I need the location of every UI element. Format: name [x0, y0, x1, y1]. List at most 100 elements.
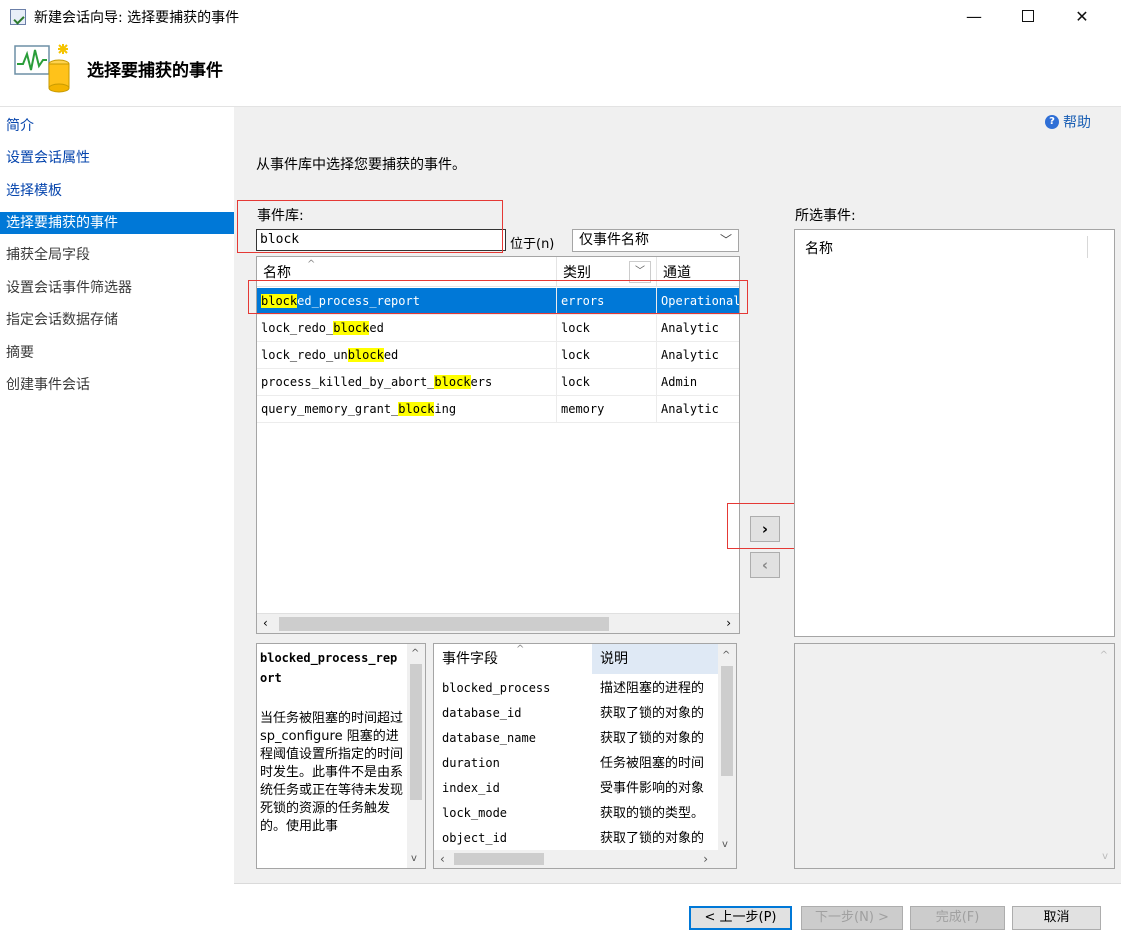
event-category: lock — [557, 342, 657, 368]
scrollbar-thumb[interactable] — [454, 853, 544, 865]
maximize-icon — [1022, 10, 1034, 22]
scroll-right-icon[interactable]: › — [726, 616, 731, 630]
table-row[interactable]: duration 任务被阻塞的时间 — [434, 751, 720, 776]
table-row[interactable]: database_id 获取了锁的对象的 — [434, 701, 720, 726]
horizontal-scrollbar[interactable]: ‹ › — [257, 613, 739, 633]
chevron-down-icon: ﹀ — [719, 233, 732, 247]
field-name: blocked_process — [442, 681, 551, 695]
next-button[interactable]: 下一步(N) > — [801, 906, 903, 930]
window-title: 新建会话向导: 选择要捕获的事件 — [34, 10, 240, 26]
help-label: 帮助 — [1063, 115, 1091, 131]
nav-item-choose-template[interactable]: 选择模板 — [0, 180, 234, 202]
search-scope-select[interactable]: 仅事件名称 ﹀ — [572, 229, 739, 252]
column-header-description[interactable]: 说明 — [592, 644, 720, 674]
event-channel: Analytic — [661, 402, 719, 416]
nav-item-summary[interactable]: 摘要 — [0, 342, 234, 364]
scroll-right-icon[interactable]: › — [703, 852, 708, 866]
table-row[interactable]: object_id 获取了锁的对象的 — [434, 826, 720, 851]
sort-ascending-icon: ^ — [307, 259, 316, 270]
scrollbar-thumb[interactable] — [410, 664, 422, 800]
scroll-down-icon: v — [1102, 851, 1108, 862]
cancel-button[interactable]: 取消 — [1012, 906, 1101, 930]
wizard-nav: 简介 设置会话属性 选择模板 选择要捕获的事件 捕获全局字段 设置会话事件筛选器… — [0, 107, 234, 938]
selected-column-header[interactable]: 名称 — [805, 238, 833, 258]
nav-item-select-events[interactable]: 选择要捕获的事件 — [0, 212, 234, 234]
sort-ascending-icon: ^ — [516, 644, 525, 655]
nav-item-intro[interactable]: 简介 — [0, 115, 234, 137]
event-name: lock_redo_blocked — [257, 315, 557, 341]
nav-item-session-properties[interactable]: 设置会话属性 — [0, 147, 234, 169]
field-name: database_name — [442, 731, 536, 745]
nav-item-global-fields[interactable]: 捕获全局字段 — [0, 244, 234, 266]
scroll-down-icon[interactable]: v — [411, 853, 417, 864]
app-icon — [10, 9, 26, 25]
selected-events-list[interactable]: 名称 — [794, 229, 1115, 637]
event-description-text: 当任务被阻塞的时间超过 sp_configure 阻塞的进程阈值设置所指定的时间… — [260, 711, 404, 834]
extended-events-icon — [14, 44, 70, 93]
help-link[interactable]: ? 帮助 — [1045, 112, 1091, 132]
page-title: 选择要捕获的事件 — [87, 61, 223, 81]
table-row[interactable]: lock_redo_unblocked lock Analytic — [257, 342, 739, 369]
nav-item-event-filters[interactable]: 设置会话事件筛选器 — [0, 277, 234, 299]
table-row[interactable]: lock_mode 获取的锁的类型。 — [434, 801, 720, 826]
field-description: 描述阻塞的进程的 — [600, 681, 705, 696]
field-name: lock_mode — [442, 806, 508, 820]
field-name: index_id — [442, 781, 500, 795]
event-channel: Analytic — [661, 321, 719, 335]
field-name: database_id — [442, 706, 522, 720]
table-row[interactable]: process_killed_by_abort_blockers lock Ad… — [257, 369, 739, 396]
nav-item-data-storage[interactable]: 指定会话数据存储 — [0, 309, 234, 331]
nav-item-create-session[interactable]: 创建事件会话 — [0, 374, 234, 396]
scroll-up-icon[interactable]: ^ — [411, 648, 419, 659]
close-icon: ✕ — [1075, 6, 1089, 26]
field-name: object_id — [442, 831, 508, 845]
maximize-button[interactable] — [1006, 0, 1050, 32]
annotation-box — [248, 280, 748, 314]
table-row[interactable]: index_id 受事件影响的对象 — [434, 776, 720, 801]
annotation-box — [237, 200, 503, 253]
minimize-button[interactable]: — — [952, 0, 996, 32]
vertical-scrollbar[interactable]: ^ v — [718, 644, 736, 852]
event-name: query_memory_grant_blocking — [257, 396, 557, 422]
scrollbar-thumb[interactable] — [279, 617, 609, 631]
horizontal-scrollbar[interactable]: ‹ › — [434, 850, 736, 868]
vertical-scrollbar[interactable]: ^ v — [407, 644, 425, 868]
event-category: lock — [557, 315, 657, 341]
event-name: process_killed_by_abort_blockers — [257, 369, 557, 395]
field-description: 获取的锁的类型。 — [600, 806, 705, 821]
chevron-right-icon: › — [761, 520, 769, 538]
close-button[interactable]: ✕ — [1060, 0, 1104, 32]
field-description: 获取了锁的对象的 — [600, 706, 705, 721]
event-fields-table: 事件字段 ^ 说明 blocked_process 描述阻塞的进程的 datab… — [433, 643, 737, 869]
instruction-text: 从事件库中选择您要捕获的事件。 — [256, 157, 466, 173]
event-category: memory — [557, 396, 657, 422]
back-button[interactable]: < 上一步(P) — [689, 906, 792, 930]
scroll-left-icon[interactable]: ‹ — [263, 616, 268, 630]
locate-in-label: 位于(n) — [510, 237, 555, 252]
field-description: 获取了锁的对象的 — [600, 731, 705, 746]
column-header-event-field[interactable]: 事件字段 ^ — [434, 644, 592, 674]
event-description-panel: blocked_process_report 当任务被阻塞的时间超过 sp_co… — [256, 643, 426, 869]
title-bar: 新建会话向导: 选择要捕获的事件 — ✕ — [0, 0, 1121, 32]
field-name: duration — [442, 756, 500, 770]
fields-table-header: 事件字段 ^ 说明 — [434, 644, 720, 674]
scroll-up-icon[interactable]: ^ — [722, 650, 730, 661]
selected-event-detail: ^ v — [794, 643, 1115, 869]
chevron-left-icon: ‹ — [761, 556, 769, 574]
table-row[interactable]: blocked_process 描述阻塞的进程的 — [434, 676, 720, 701]
scrollbar-thumb[interactable] — [721, 666, 733, 776]
event-channel: Analytic — [661, 348, 719, 362]
selected-events-label: 所选事件: — [795, 208, 856, 224]
scroll-up-icon: ^ — [1099, 650, 1108, 661]
column-divider — [1087, 236, 1088, 258]
table-row[interactable]: lock_redo_blocked lock Analytic — [257, 315, 739, 342]
help-icon: ? — [1045, 115, 1059, 129]
search-scope-value: 仅事件名称 — [579, 232, 649, 248]
scroll-left-icon[interactable]: ‹ — [440, 852, 445, 866]
scroll-down-icon[interactable]: v — [722, 839, 728, 850]
table-row[interactable]: query_memory_grant_blocking memory Analy… — [257, 396, 739, 423]
finish-button[interactable]: 完成(F) — [910, 906, 1005, 930]
remove-event-button[interactable]: ‹ — [750, 552, 780, 578]
add-event-button[interactable]: › — [750, 516, 780, 542]
table-row[interactable]: database_name 获取了锁的对象的 — [434, 726, 720, 751]
